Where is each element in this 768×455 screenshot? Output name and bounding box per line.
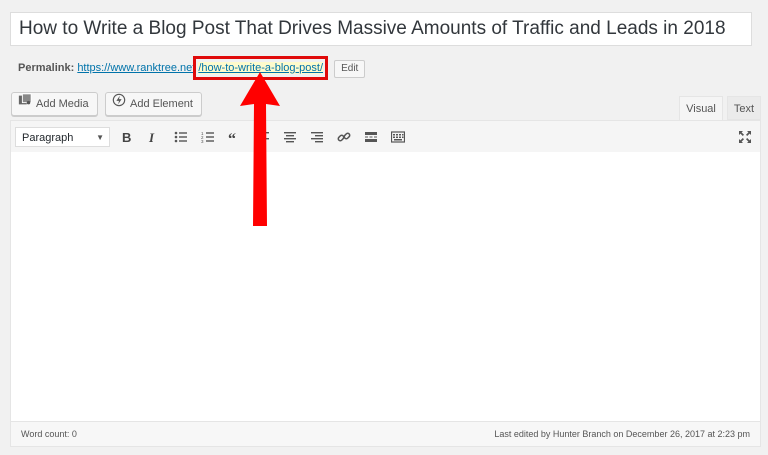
align-left-icon[interactable] [254,128,272,146]
permalink-edit-button[interactable]: Edit [334,60,366,78]
add-media-label: Add Media [36,98,89,110]
svg-text:3: 3 [201,139,204,144]
tab-visual[interactable]: Visual [679,96,723,120]
italic-icon[interactable]: I [144,128,162,146]
add-media-button[interactable]: Add Media [11,92,98,116]
permalink-base-url[interactable]: https://www.ranktree.net [77,62,195,74]
word-count: Word count: 0 [21,429,77,439]
svg-text:“: “ [228,131,236,144]
editor-content-area[interactable] [11,152,760,422]
bulleted-list-icon[interactable] [172,128,190,146]
post-editor: Paragraph ▼ B I 123 “ Word count: 0 Last… [10,120,761,447]
permalink-label: Permalink: [18,62,75,74]
editor-status-bar: Word count: 0 Last edited by Hunter Bran… [11,421,760,446]
add-element-button[interactable]: Add Element [105,92,202,116]
numbered-list-icon[interactable]: 123 [199,128,217,146]
tab-text[interactable]: Text [727,96,761,120]
add-element-label: Add Element [130,98,193,110]
editor-toolbar: Paragraph ▼ B I 123 “ [11,121,760,153]
format-select[interactable]: Paragraph ▼ [15,127,110,147]
fullscreen-icon[interactable] [736,128,754,146]
format-select-value: Paragraph [22,132,74,144]
svg-text:I: I [148,130,155,144]
toolbar-toggle-icon[interactable] [389,128,407,146]
lightning-icon [112,93,126,115]
align-right-icon[interactable] [308,128,326,146]
bold-icon[interactable]: B [118,128,136,146]
permalink-row: Permalink: https://www.ranktree.net/how-… [18,56,366,80]
slug-highlight-box: /how-to-write-a-blog-post/ [193,56,329,80]
read-more-icon[interactable] [362,128,380,146]
chevron-down-icon: ▼ [96,133,104,142]
permalink-slug[interactable]: /how-to-write-a-blog-post/ [198,62,324,74]
svg-text:B: B [122,130,131,144]
align-center-icon[interactable] [281,128,299,146]
post-title-input[interactable]: How to Write a Blog Post That Drives Mas… [10,12,752,46]
blockquote-icon[interactable]: “ [226,128,244,146]
link-icon[interactable] [335,128,353,146]
media-icon [18,93,32,115]
last-edited-info: Last edited by Hunter Branch on December… [494,429,750,439]
